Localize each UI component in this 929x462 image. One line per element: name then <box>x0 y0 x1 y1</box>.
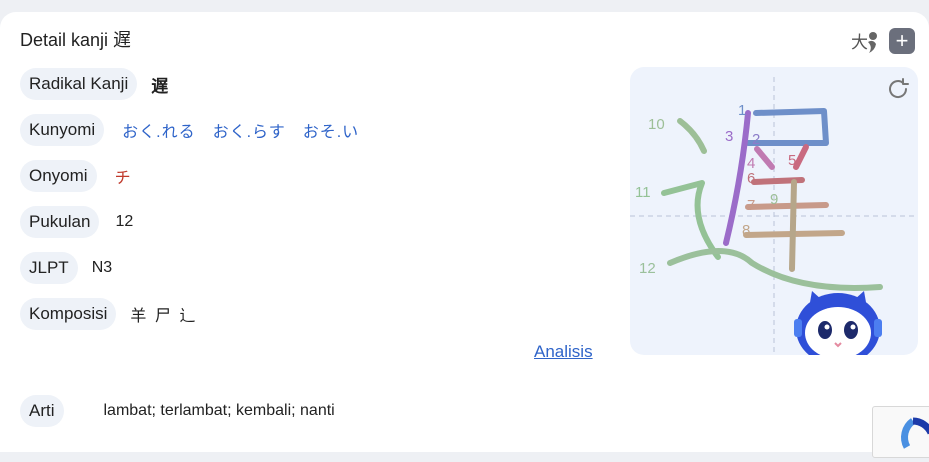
label-composition: Komposisi <box>20 298 117 330</box>
stroke-number-10: 10 <box>648 116 665 133</box>
value-composition[interactable]: 羊 尸 辶 <box>130 302 197 326</box>
row-meaning: Arti lambat; terlambat; kembali; nanti <box>20 395 335 427</box>
page-title: Detail kanji 遅 <box>20 30 132 50</box>
row-composition: Komposisi 羊 尸 辶 <box>20 298 197 330</box>
label-strokes: Pukulan <box>20 206 100 238</box>
stroke-diagram: 1 2 3 4 5 6 7 8 9 10 11 12 <box>630 77 918 355</box>
font-size-icon[interactable]: 大 <box>851 28 879 54</box>
stroke-order-panel: 1 2 3 4 5 6 7 8 9 10 11 12 <box>630 67 918 355</box>
label-onyomi: Onyomi <box>20 160 97 192</box>
value-jlpt: N3 <box>91 259 113 276</box>
row-kunyomi: Kunyomi おく.れる おく.らす おそ.い <box>20 114 359 146</box>
row-onyomi: Onyomi チ <box>20 160 131 192</box>
row-radical: Radikal Kanji 遅 <box>20 68 168 100</box>
add-button[interactable]: + <box>889 28 915 54</box>
analysis-link[interactable]: Analisis <box>534 342 593 362</box>
value-onyomi[interactable]: チ <box>115 164 131 188</box>
stroke-number-7: 7 <box>747 197 755 214</box>
stroke-number-3: 3 <box>725 128 733 145</box>
stroke-number-8: 8 <box>742 222 750 239</box>
label-jlpt: JLPT <box>20 252 78 284</box>
stroke-10 <box>677 118 707 154</box>
stroke-number-1: 1 <box>738 102 746 119</box>
stroke-9 <box>789 179 797 272</box>
refresh-icon[interactable] <box>886 77 910 101</box>
stroke-7 <box>745 202 829 210</box>
value-meaning: lambat; terlambat; kembali; nanti <box>103 402 335 419</box>
value-kunyomi[interactable]: おく.れる おく.らす おそ.い <box>122 118 359 142</box>
header-actions: 大 + <box>851 28 915 54</box>
stroke-number-2: 2 <box>752 131 760 148</box>
recaptcha-icon <box>901 417 929 449</box>
stroke-number-12: 12 <box>639 260 656 277</box>
label-radical: Radikal Kanji <box>20 68 138 100</box>
label-meaning: Arti <box>20 395 64 427</box>
stroke-number-5: 5 <box>788 152 796 169</box>
stroke-number-9: 9 <box>770 191 778 208</box>
stroke-11 <box>661 180 721 260</box>
value-strokes: 12 <box>115 213 134 230</box>
recaptcha-badge[interactable] <box>872 406 929 458</box>
stroke-5 <box>793 144 809 170</box>
value-radical: 遅 <box>151 76 169 96</box>
mascot-icon <box>794 291 882 355</box>
stroke-number-11: 11 <box>635 184 651 201</box>
stroke-number-6: 6 <box>747 170 755 187</box>
row-jlpt: JLPT N3 <box>20 252 112 284</box>
stroke-4 <box>754 146 775 170</box>
stroke-12 <box>667 248 883 291</box>
row-strokes: Pukulan 12 <box>20 206 133 238</box>
label-kunyomi: Kunyomi <box>20 114 105 146</box>
